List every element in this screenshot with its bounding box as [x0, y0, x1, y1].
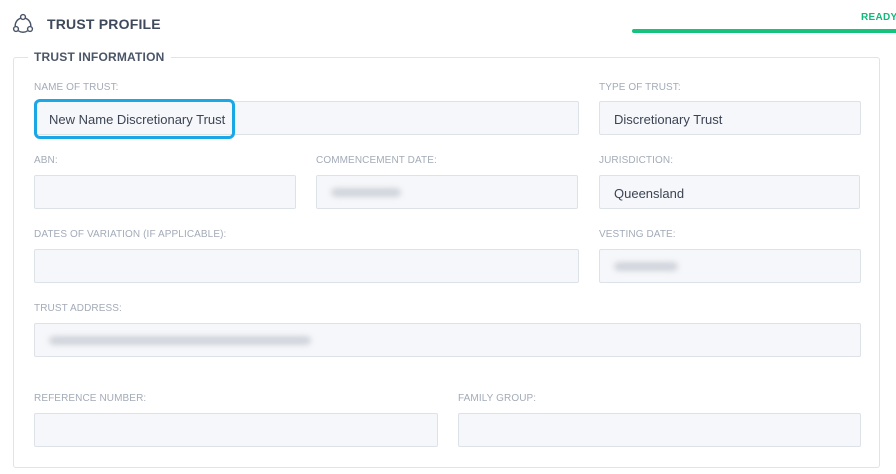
vesting-date-label: VESTING DATE: — [599, 229, 676, 240]
name-of-trust-input[interactable]: New Name Discretionary Trust — [34, 101, 579, 135]
family-group-label: FAMILY GROUP: — [458, 393, 537, 404]
trust-address-label: TRUST ADDRESS: — [34, 303, 122, 314]
name-of-trust-label: NAME OF TRUST: — [34, 82, 119, 93]
type-of-trust-input[interactable]: Discretionary Trust — [599, 101, 861, 135]
section-legend: TRUST INFORMATION — [34, 50, 165, 64]
type-of-trust-value: Discretionary Trust — [614, 112, 723, 127]
dates-of-variation-input[interactable] — [34, 249, 579, 283]
commencement-date-label: COMMENCEMENT DATE: — [316, 155, 437, 166]
status-text: READY: — [861, 12, 896, 23]
reference-number-input[interactable] — [34, 413, 438, 447]
trust-address-input[interactable] — [34, 323, 861, 357]
redacted-value — [614, 262, 678, 271]
jurisdiction-value: Queensland — [614, 186, 685, 201]
type-of-trust-label: TYPE OF TRUST: — [599, 82, 681, 93]
vesting-date-input[interactable] — [599, 249, 861, 283]
jurisdiction-label: JURISDICTION: — [599, 155, 674, 166]
dates-of-variation-label: DATES OF VARIATION (IF APPLICABLE): — [34, 229, 227, 240]
trust-cycle-icon — [12, 13, 34, 33]
family-group-input[interactable] — [458, 413, 861, 447]
redacted-value — [49, 336, 311, 345]
page-title: TRUST PROFILE — [47, 16, 161, 32]
reference-number-label: REFERENCE NUMBER: — [34, 393, 147, 404]
progress-bar — [632, 29, 896, 33]
redacted-value — [331, 188, 401, 197]
abn-label: ABN: — [34, 155, 58, 166]
jurisdiction-input[interactable]: Queensland — [599, 175, 860, 209]
name-of-trust-value: New Name Discretionary Trust — [49, 112, 226, 127]
abn-input[interactable] — [34, 175, 296, 209]
page-header: TRUST PROFILE READY: — [0, 0, 896, 48]
commencement-date-input[interactable] — [316, 175, 578, 209]
